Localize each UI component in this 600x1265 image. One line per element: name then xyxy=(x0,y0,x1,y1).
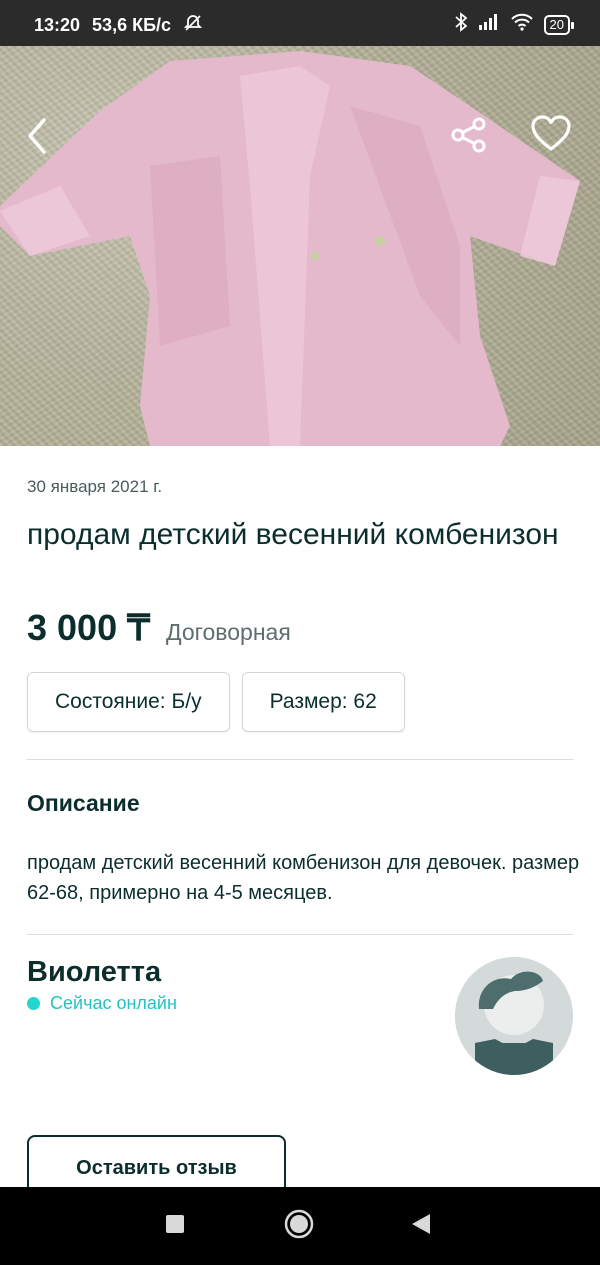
avatar-placeholder-icon xyxy=(455,957,573,1075)
status-time: 13:20 xyxy=(34,15,81,35)
bluetooth-icon xyxy=(454,12,468,37)
chip-condition[interactable]: Состояние: Б/у xyxy=(27,672,230,732)
online-status-label: Сейчас онлайн xyxy=(50,993,177,1013)
online-dot-icon xyxy=(27,997,40,1010)
listing-price: 3 000 ₸ xyxy=(27,607,150,648)
battery-indicator: 20 xyxy=(543,14,575,35)
divider xyxy=(27,759,573,760)
back-nav-button[interactable] xyxy=(381,1187,461,1265)
chip-size[interactable]: Размер: 62 xyxy=(241,672,405,732)
listing-date: 30 января 2021 г. xyxy=(27,477,163,496)
listing-photo[interactable] xyxy=(0,46,600,446)
seller-name[interactable]: Виолетта xyxy=(27,956,161,989)
status-right: 20 xyxy=(454,12,575,37)
divider xyxy=(27,934,573,935)
share-button[interactable] xyxy=(450,116,494,160)
description-heading: Описание xyxy=(27,790,140,816)
status-network-speed: 53,6 КБ/с xyxy=(92,15,172,35)
signal-icon xyxy=(478,13,500,36)
listing-title: продам детский весенний комбенизон xyxy=(27,518,559,551)
seller-avatar[interactable] xyxy=(455,957,573,1075)
recent-apps-button[interactable] xyxy=(135,1187,215,1265)
home-circle-icon xyxy=(284,1209,314,1244)
description-text: продам детский весенний комбенизон для д… xyxy=(27,852,580,904)
home-button[interactable] xyxy=(259,1187,339,1265)
back-button[interactable] xyxy=(24,116,68,160)
status-bar: 13:20 53,6 КБ/с 20 xyxy=(0,0,600,46)
back-triangle-icon xyxy=(410,1212,432,1241)
attribute-chips: Состояние: Б/у Размер: 62 xyxy=(27,672,405,732)
price-negotiable-label: Договорная xyxy=(166,619,291,645)
seller-online-status: Сейчас онлайн xyxy=(27,993,177,1014)
square-icon xyxy=(165,1214,185,1239)
mute-notifications-icon xyxy=(183,13,203,38)
garment-image xyxy=(0,51,580,446)
favorite-button[interactable] xyxy=(530,114,574,158)
price-row: 3 000 ₸ Договорная xyxy=(27,607,291,649)
system-navigation-bar xyxy=(0,1187,600,1265)
wifi-icon xyxy=(510,13,534,36)
status-left: 13:20 53,6 КБ/с xyxy=(34,13,203,38)
